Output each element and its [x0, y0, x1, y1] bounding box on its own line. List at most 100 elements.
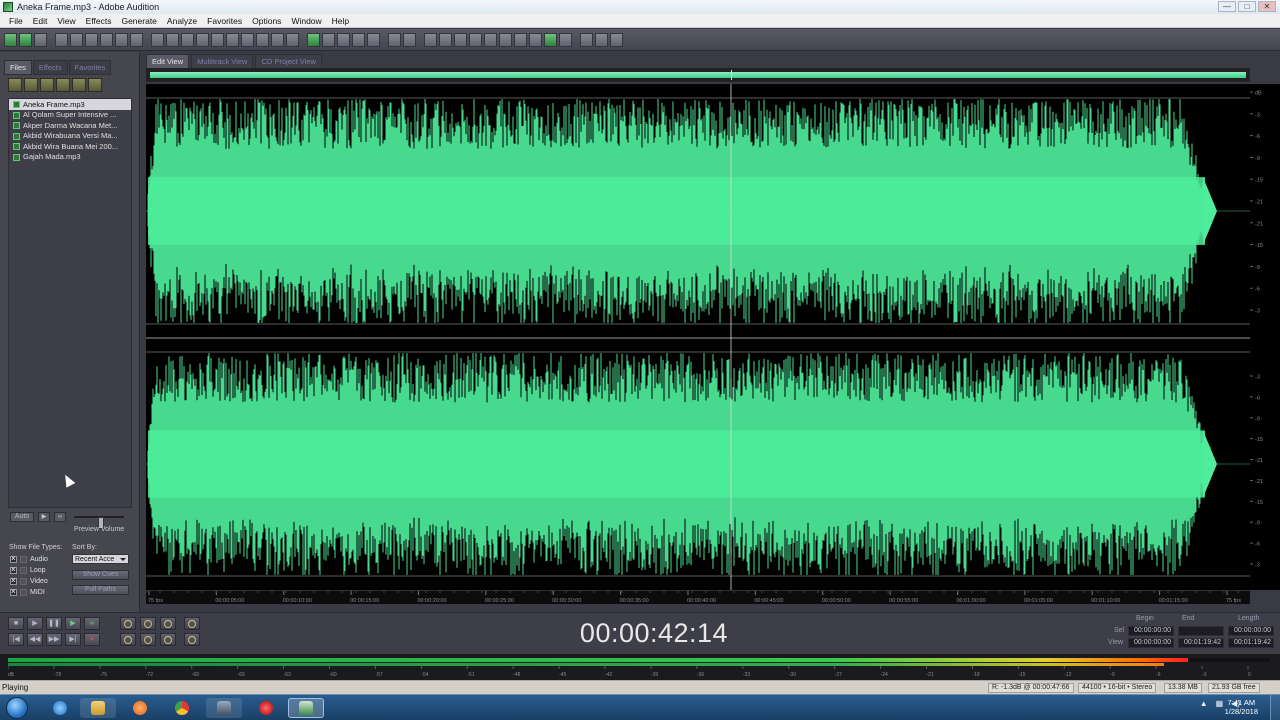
- record-button[interactable]: ●: [84, 633, 100, 646]
- close-button[interactable]: ✕: [1258, 1, 1276, 12]
- zoom-to-right-icon[interactable]: [160, 633, 176, 646]
- full-paths-button[interactable]: Full Paths: [72, 585, 129, 595]
- chrome-icon[interactable]: [164, 698, 200, 718]
- cd-view-icon[interactable]: [34, 32, 47, 47]
- taskbar-clock[interactable]: 7:41 AM 1/28/2018: [1225, 698, 1258, 716]
- paste-icon[interactable]: [226, 32, 239, 47]
- marquee-icon[interactable]: [403, 32, 416, 47]
- start-button-icon[interactable]: [6, 697, 28, 719]
- repeat-icon[interactable]: [181, 32, 194, 47]
- spectral-frequency-icon[interactable]: [367, 32, 380, 47]
- sel-begin-field[interactable]: 00:00:00:00: [1128, 626, 1174, 636]
- edit-view-icon[interactable]: [4, 32, 17, 47]
- fade-icon[interactable]: [469, 32, 482, 47]
- save-icon[interactable]: [100, 32, 113, 47]
- play-button[interactable]: ▶: [27, 617, 43, 630]
- file-list-item[interactable]: Al Qolam Super Intensive ...: [9, 110, 131, 121]
- reverse-icon[interactable]: [484, 32, 497, 47]
- zoom-to-left-icon[interactable]: [140, 633, 156, 646]
- sort-by-select[interactable]: Recent Acce: [72, 554, 129, 564]
- audio-app-icon[interactable]: [206, 698, 242, 718]
- zoom-out-vertical-icon[interactable]: [184, 633, 200, 646]
- file-list-item[interactable]: Akbid Wira Buana Mei 200...: [9, 141, 131, 152]
- file-properties-icon[interactable]: [88, 78, 102, 92]
- open-file-icon[interactable]: [70, 32, 83, 47]
- time-selection-icon[interactable]: [388, 32, 401, 47]
- adobe-audition-taskbar-icon[interactable]: [288, 698, 324, 718]
- network-icon[interactable]: ▦: [1216, 699, 1224, 708]
- play-preview-button[interactable]: ▶: [38, 512, 50, 522]
- time-ruler[interactable]: 75 fps 00:00:05:00 00:00:10:00 00:00:15:00 0…: [145, 590, 1250, 604]
- close-file-icon[interactable]: [24, 78, 38, 92]
- tab-files[interactable]: Files: [4, 60, 32, 75]
- spectral-pan-icon[interactable]: [337, 32, 350, 47]
- copy-icon[interactable]: [196, 32, 209, 47]
- menu-help[interactable]: Help: [327, 16, 354, 26]
- help-icon[interactable]: [610, 32, 623, 47]
- menu-edit[interactable]: Edit: [28, 16, 53, 26]
- filetype-loop-checkbox[interactable]: Loop: [10, 565, 46, 574]
- menu-analyze[interactable]: Analyze: [162, 16, 202, 26]
- multitrack-view-icon[interactable]: [19, 32, 32, 47]
- view-length-field[interactable]: 00:01:19:42: [1228, 638, 1274, 648]
- maximize-button[interactable]: □: [1238, 1, 1256, 12]
- save-as-icon[interactable]: [115, 32, 128, 47]
- tab-favorites[interactable]: Favorites: [68, 60, 112, 75]
- tab-cd-project-view[interactable]: CD Project View: [255, 54, 322, 69]
- waveform-view-icon[interactable]: [307, 32, 320, 47]
- sel-end-field[interactable]: [1178, 626, 1224, 636]
- stretch-icon[interactable]: [514, 32, 527, 47]
- media-player-icon[interactable]: [122, 698, 158, 718]
- file-list-item[interactable]: Aneka Frame.mp3: [9, 99, 131, 110]
- menu-generate[interactable]: Generate: [116, 16, 161, 26]
- spectral-phase-icon[interactable]: [352, 32, 365, 47]
- minimize-button[interactable]: —: [1218, 1, 1236, 12]
- time-display[interactable]: 00:00:42:14: [214, 613, 1094, 653]
- go-to-end-button[interactable]: ▶|: [65, 633, 81, 646]
- tab-edit-view[interactable]: Edit View: [146, 54, 190, 69]
- menu-effects[interactable]: Effects: [81, 16, 117, 26]
- batch-icon[interactable]: [580, 32, 593, 47]
- mix-paste-icon[interactable]: [256, 32, 269, 47]
- file-explorer-icon[interactable]: [80, 698, 116, 718]
- scripts-icon[interactable]: [595, 32, 608, 47]
- menu-favorites[interactable]: Favorites: [202, 16, 247, 26]
- go-to-beginning-button[interactable]: |◀: [8, 633, 24, 646]
- spectral-view-icon[interactable]: [322, 32, 335, 47]
- loop-play-button[interactable]: ∞: [84, 617, 100, 630]
- sel-length-field[interactable]: 00:00:00:00: [1228, 626, 1274, 636]
- menu-window[interactable]: Window: [286, 16, 326, 26]
- trim-icon[interactable]: [271, 32, 284, 47]
- file-list-item[interactable]: Gajah Mada.mp3: [9, 152, 131, 163]
- amplify-icon[interactable]: [424, 32, 437, 47]
- eq-icon[interactable]: [544, 32, 557, 47]
- view-begin-field[interactable]: 00:00:00:00: [1128, 638, 1174, 648]
- insert-cd-icon[interactable]: [72, 78, 86, 92]
- file-list-item[interactable]: Akbid Wirabuana Versi Ma...: [9, 131, 131, 142]
- import-file-icon[interactable]: [8, 78, 22, 92]
- insert-multitrack-icon[interactable]: [40, 78, 54, 92]
- file-list[interactable]: Aneka Frame.mp3 Al Qolam Super Intensive…: [8, 98, 132, 508]
- show-desktop-button[interactable]: [1270, 695, 1280, 720]
- close-file-icon[interactable]: [130, 32, 143, 47]
- pause-button[interactable]: ❚❚: [46, 617, 62, 630]
- play-from-cursor-button[interactable]: ▶: [65, 617, 81, 630]
- reverb-icon[interactable]: [559, 32, 572, 47]
- file-list-item[interactable]: Akper Darma Wacana Met...: [9, 120, 131, 131]
- zoom-out-horizontal-icon[interactable]: [140, 617, 156, 630]
- internet-explorer-icon[interactable]: [42, 698, 78, 718]
- noise-reduction-icon[interactable]: [529, 32, 542, 47]
- view-end-field[interactable]: 00:01:19:42: [1178, 638, 1224, 648]
- open-append-icon[interactable]: [85, 32, 98, 47]
- filetype-audio-checkbox[interactable]: Audio: [10, 554, 48, 563]
- new-file-icon[interactable]: [55, 32, 68, 47]
- show-cues-button[interactable]: Show Cues: [72, 570, 129, 580]
- auto-play-button[interactable]: Auto: [10, 512, 34, 522]
- menu-view[interactable]: View: [52, 16, 80, 26]
- tab-effects[interactable]: Effects: [32, 60, 68, 75]
- zoom-in-horizontal-icon[interactable]: [120, 617, 136, 630]
- zoom-full-icon[interactable]: [160, 617, 176, 630]
- stop-button[interactable]: ■: [8, 617, 24, 630]
- rewind-button[interactable]: ◀◀: [27, 633, 43, 646]
- delete-silence-icon[interactable]: [286, 32, 299, 47]
